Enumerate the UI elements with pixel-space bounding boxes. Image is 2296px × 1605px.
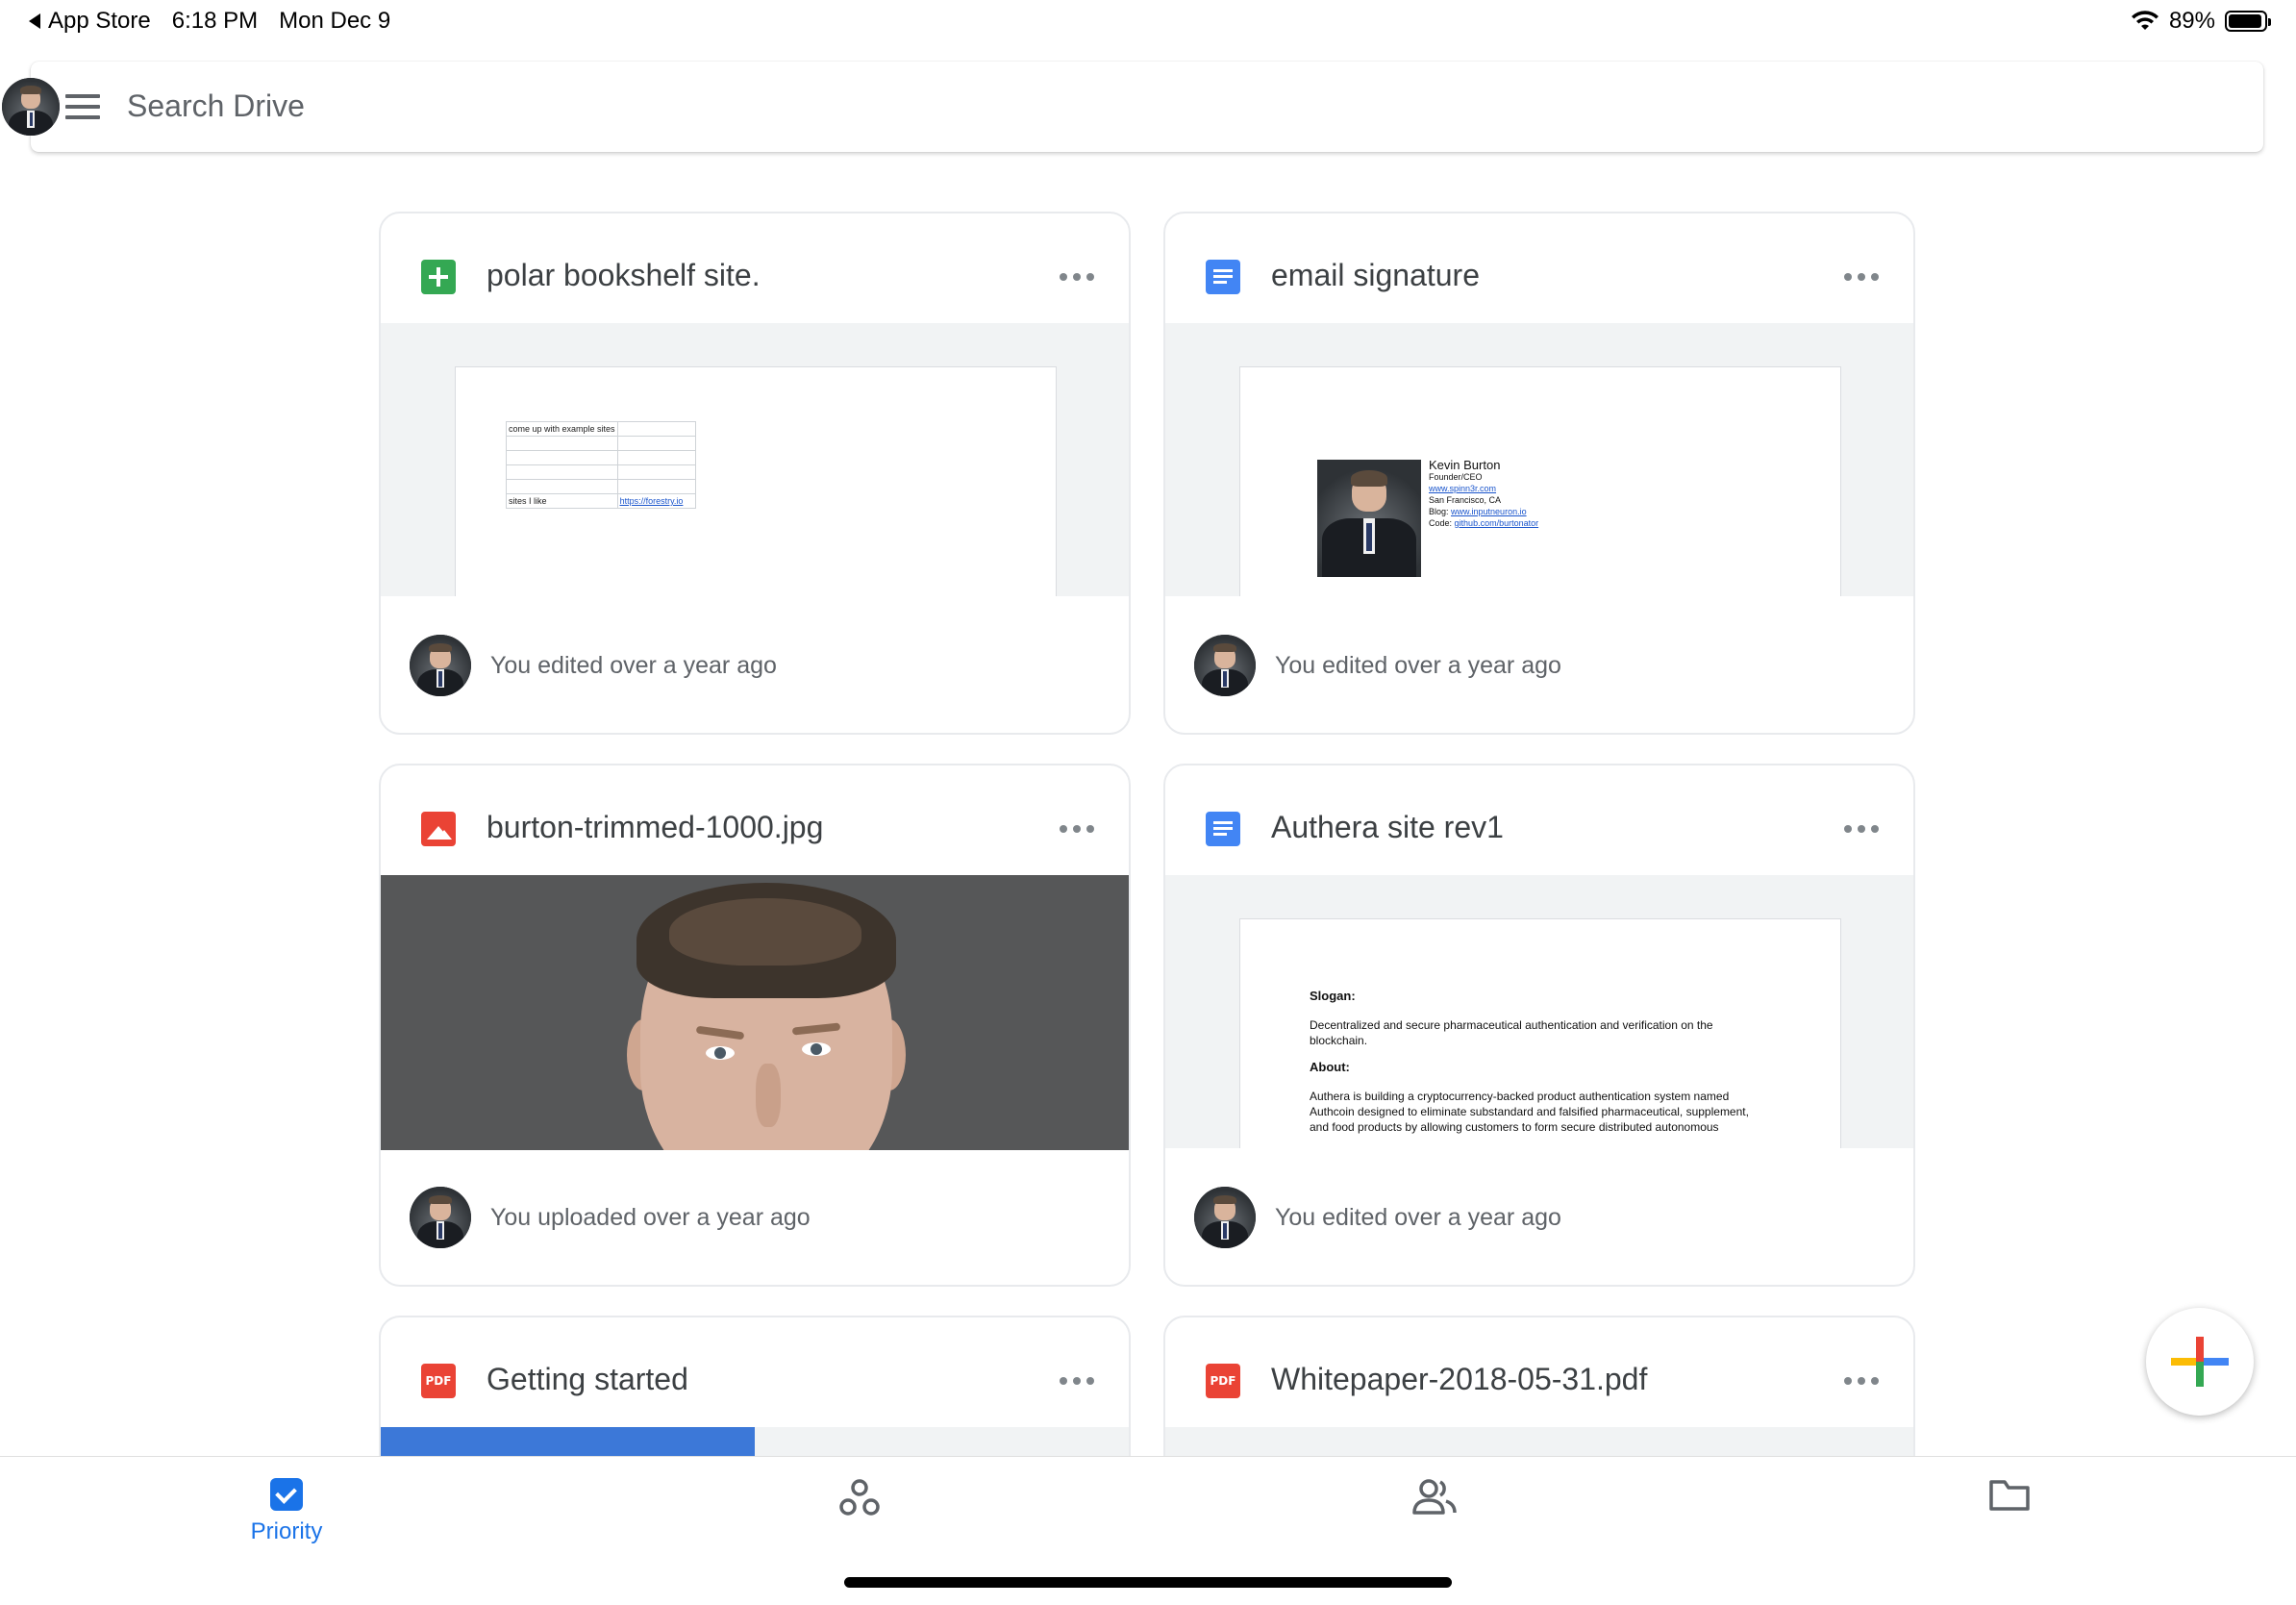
signature-blog-link: www.inputneuron.io <box>1451 507 1527 516</box>
file-title: Getting started <box>487 1362 688 1396</box>
signature-text: Kevin Burton Founder/CEO www.spinn3r.com… <box>1429 458 1539 528</box>
more-options-icon[interactable] <box>1844 273 1879 281</box>
pdf-file-icon: PDF <box>1206 1364 1240 1398</box>
status-bar: App Store 6:18 PM Mon Dec 9 89% <box>0 0 2296 46</box>
file-title: Authera site rev1 <box>1271 810 1504 844</box>
checkbox-icon <box>270 1478 303 1511</box>
menu-icon[interactable] <box>65 94 100 119</box>
more-options-icon[interactable] <box>1844 1377 1879 1385</box>
file-card[interactable]: PDF Getting started <box>379 1316 1131 1456</box>
editor-avatar <box>410 635 471 696</box>
nav-shared[interactable] <box>1358 1478 1511 1521</box>
nav-workspaces[interactable] <box>783 1478 936 1523</box>
nav-files[interactable] <box>1933 1478 2086 1517</box>
doc-thumbnail: Slogan: Decentralized and secure pharmac… <box>1240 919 1840 1148</box>
docs-file-icon <box>1206 812 1240 846</box>
file-card[interactable]: email signature Kevin Burton Founder/CEO… <box>1163 212 1915 735</box>
more-options-icon[interactable] <box>1060 273 1094 281</box>
file-title: burton-trimmed-1000.jpg <box>487 810 824 844</box>
image-preview[interactable] <box>381 875 1129 1150</box>
sheet-preview-table: come up with example sites sites I like h… <box>506 421 696 509</box>
search-input[interactable]: Search Drive <box>127 88 305 124</box>
workspaces-icon <box>839 1479 880 1516</box>
battery-percent: 89% <box>2168 8 2215 34</box>
file-card[interactable]: PDF Whitepaper-2018-05-31.pdf <box>1163 1316 1915 1456</box>
more-options-icon[interactable] <box>1844 825 1879 833</box>
search-bar[interactable]: Search Drive <box>2 62 2263 152</box>
new-button[interactable] <box>2146 1308 2254 1416</box>
folder-icon <box>1989 1480 2030 1511</box>
more-options-icon[interactable] <box>1060 825 1094 833</box>
wifi-icon <box>2131 11 2159 30</box>
nav-priority-label: Priority <box>250 1518 323 1544</box>
signature-photo <box>1317 460 1421 577</box>
back-arrow-icon <box>29 13 40 29</box>
home-indicator <box>844 1577 1452 1588</box>
back-app-label: App Store <box>48 8 151 34</box>
account-avatar[interactable] <box>2 78 60 136</box>
editor-avatar <box>1194 635 1256 696</box>
doc-preview-text: Slogan: Decentralized and secure pharmac… <box>1310 989 1749 1134</box>
file-preview[interactable] <box>1165 1427 1913 1456</box>
docs-file-icon <box>1206 260 1240 294</box>
back-to-app-link[interactable]: App Store <box>29 8 151 35</box>
signature-code-link: github.com/burtonator <box>1454 518 1539 528</box>
file-preview[interactable]: Kevin Burton Founder/CEO www.spinn3r.com… <box>1165 323 1913 596</box>
preview-fill <box>381 1427 755 1456</box>
image-file-icon <box>421 812 456 846</box>
activity-text: You edited over a year ago <box>1275 652 1561 679</box>
status-date: Mon Dec 9 <box>279 8 391 34</box>
battery-icon <box>2225 11 2271 32</box>
nav-priority[interactable]: Priority <box>210 1478 363 1545</box>
file-title: email signature <box>1271 258 1480 292</box>
activity-text: You uploaded over a year ago <box>490 1204 811 1231</box>
file-preview[interactable]: come up with example sites sites I like h… <box>381 323 1129 596</box>
more-options-icon[interactable] <box>1060 1377 1094 1385</box>
sheets-file-icon <box>421 260 456 294</box>
uploader-avatar <box>410 1187 471 1248</box>
file-preview[interactable]: Slogan: Decentralized and secure pharmac… <box>1165 875 1913 1148</box>
file-card[interactable]: polar bookshelf site. come up with examp… <box>379 212 1131 735</box>
pdf-file-icon: PDF <box>421 1364 456 1398</box>
sheet-thumbnail: come up with example sites sites I like h… <box>456 367 1056 596</box>
file-title: polar bookshelf site. <box>487 258 761 292</box>
shared-people-icon <box>1412 1479 1457 1515</box>
activity-text: You edited over a year ago <box>490 652 777 679</box>
file-preview[interactable] <box>381 1427 1129 1456</box>
status-time: 6:18 PM <box>171 8 259 34</box>
doc-thumbnail: Kevin Burton Founder/CEO www.spinn3r.com… <box>1240 367 1840 596</box>
activity-text: You edited over a year ago <box>1275 1204 1561 1231</box>
file-card[interactable]: Authera site rev1 Slogan: Decentralized … <box>1163 764 1915 1287</box>
file-card[interactable]: burton-trimmed-1000.jpg You uploaded ove… <box>379 764 1131 1287</box>
signature-site-link: www.spinn3r.com <box>1429 484 1497 493</box>
file-title: Whitepaper-2018-05-31.pdf <box>1271 1362 1648 1396</box>
editor-avatar <box>1194 1187 1256 1248</box>
